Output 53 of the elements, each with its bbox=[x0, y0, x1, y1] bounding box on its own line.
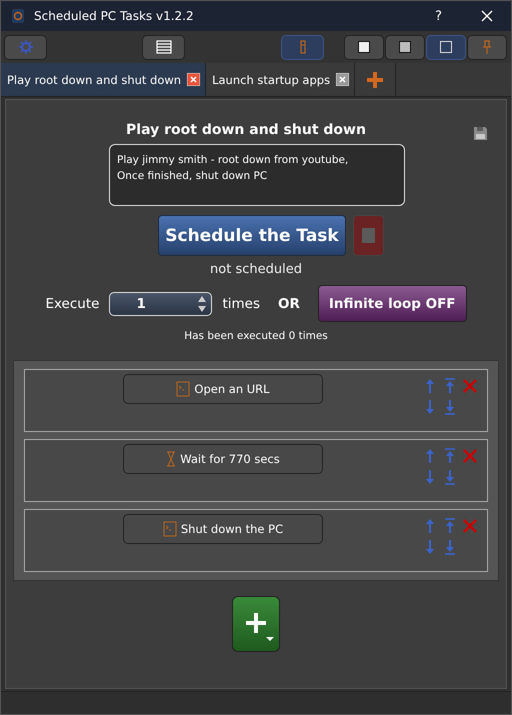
window-mode-button[interactable] bbox=[344, 34, 384, 60]
move-to-top-icon[interactable] bbox=[444, 518, 456, 534]
move-up-icon[interactable] bbox=[425, 378, 435, 394]
spin-arrows-icon[interactable] bbox=[198, 294, 206, 312]
status-text: not scheduled bbox=[210, 262, 302, 277]
app-icon bbox=[11, 8, 25, 24]
move-down-icon[interactable] bbox=[425, 468, 435, 484]
times-label: times bbox=[222, 296, 260, 312]
move-to-top-icon[interactable] bbox=[444, 448, 456, 464]
schedule-button[interactable]: Schedule the Task bbox=[158, 215, 346, 256]
gear-button[interactable] bbox=[4, 34, 47, 60]
move-to-bottom-icon[interactable] bbox=[444, 468, 456, 484]
window-mode-button[interactable] bbox=[385, 34, 425, 60]
hourglass-icon bbox=[166, 451, 176, 467]
gear-icon bbox=[18, 39, 34, 55]
list-button[interactable] bbox=[142, 34, 185, 60]
plus-icon bbox=[366, 70, 384, 88]
task-title: Play root down and shut down bbox=[126, 122, 366, 138]
delete-icon[interactable] bbox=[462, 378, 478, 394]
pin-icon bbox=[482, 39, 492, 55]
move-down-icon[interactable] bbox=[425, 538, 435, 554]
tab[interactable]: Play root down and shut down bbox=[1, 63, 206, 96]
delete-icon[interactable] bbox=[462, 518, 478, 534]
move-up-icon[interactable] bbox=[425, 448, 435, 464]
info-button[interactable] bbox=[281, 34, 324, 60]
window-title: Scheduled PC Tasks v1.2.2 bbox=[34, 9, 195, 23]
move-to-bottom-icon[interactable] bbox=[444, 538, 456, 554]
add-step-button[interactable] bbox=[232, 596, 280, 652]
step-button[interactable]: Shut down the PC bbox=[123, 514, 323, 544]
close-icon[interactable] bbox=[336, 73, 350, 86]
description-field[interactable]: Play jimmy smith - root down from youtube, Once finished, shut down PC bbox=[109, 144, 405, 206]
terminal-icon bbox=[176, 381, 190, 397]
step-button[interactable]: Wait for 770 secs bbox=[123, 444, 323, 474]
step-button[interactable]: Open an URL bbox=[123, 374, 323, 404]
terminal-icon bbox=[162, 521, 177, 537]
move-to-top-icon[interactable] bbox=[444, 378, 456, 394]
move-up-icon[interactable] bbox=[425, 518, 435, 534]
bar-icon bbox=[300, 40, 306, 54]
execute-label: Execute bbox=[45, 296, 100, 312]
help-button[interactable]: ? bbox=[435, 8, 442, 24]
delete-icon[interactable] bbox=[462, 448, 478, 464]
pin-button[interactable] bbox=[467, 34, 507, 60]
times-spinbox[interactable]: 1 bbox=[109, 292, 212, 316]
move-to-bottom-icon[interactable] bbox=[444, 398, 456, 414]
executed-count-text: Has been executed 0 times bbox=[184, 330, 328, 342]
list-icon bbox=[156, 40, 172, 54]
infinite-loop-button[interactable]: Infinite loop OFF bbox=[318, 285, 467, 322]
move-down-icon[interactable] bbox=[425, 398, 435, 414]
close-icon[interactable] bbox=[187, 73, 200, 86]
or-label: OR bbox=[278, 296, 300, 312]
stop-button[interactable] bbox=[352, 215, 384, 256]
window-mode-button[interactable] bbox=[426, 34, 466, 60]
save-icon[interactable] bbox=[473, 126, 488, 141]
